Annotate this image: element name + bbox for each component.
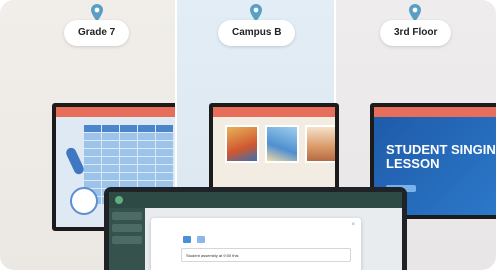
test-tube-icon bbox=[64, 146, 86, 176]
artwork-thumbnail bbox=[265, 125, 299, 163]
app-logo bbox=[115, 196, 123, 204]
location-label-grade7: Grade 7 bbox=[64, 20, 130, 46]
message-type-tab[interactable] bbox=[197, 236, 205, 243]
clock-icon bbox=[70, 187, 98, 215]
location-label-3rd-floor: 3rd Floor bbox=[380, 20, 452, 46]
sidebar-item[interactable] bbox=[112, 224, 142, 232]
slide-header-bar bbox=[374, 107, 496, 117]
artwork-thumbnail bbox=[305, 125, 335, 163]
slide-header-bar bbox=[56, 107, 175, 117]
slide-header-bar bbox=[213, 107, 335, 117]
location-showcase: STUDENT SINGING LESSON × Student assembl… bbox=[0, 0, 496, 270]
promo-title: STUDENT SINGING LESSON bbox=[386, 142, 496, 171]
laptop-screen: × Student assembly at 9:00 this bbox=[109, 192, 402, 270]
app-top-bar bbox=[109, 192, 402, 208]
display-screen-gallery bbox=[209, 103, 339, 191]
sidebar-item[interactable] bbox=[112, 212, 142, 220]
slide-gallery bbox=[213, 107, 335, 187]
laptop-device: × Student assembly at 9:00 this bbox=[104, 187, 407, 270]
app-sidebar bbox=[109, 208, 145, 270]
artwork-thumbnail bbox=[225, 125, 259, 163]
message-type-tab[interactable] bbox=[183, 236, 191, 243]
location-label-campus-b: Campus B bbox=[218, 20, 296, 46]
close-icon[interactable]: × bbox=[351, 222, 355, 228]
message-dialog: × Student assembly at 9:00 this bbox=[151, 218, 361, 270]
sidebar-item[interactable] bbox=[112, 236, 142, 244]
message-input[interactable]: Student assembly at 9:00 this bbox=[181, 248, 351, 262]
